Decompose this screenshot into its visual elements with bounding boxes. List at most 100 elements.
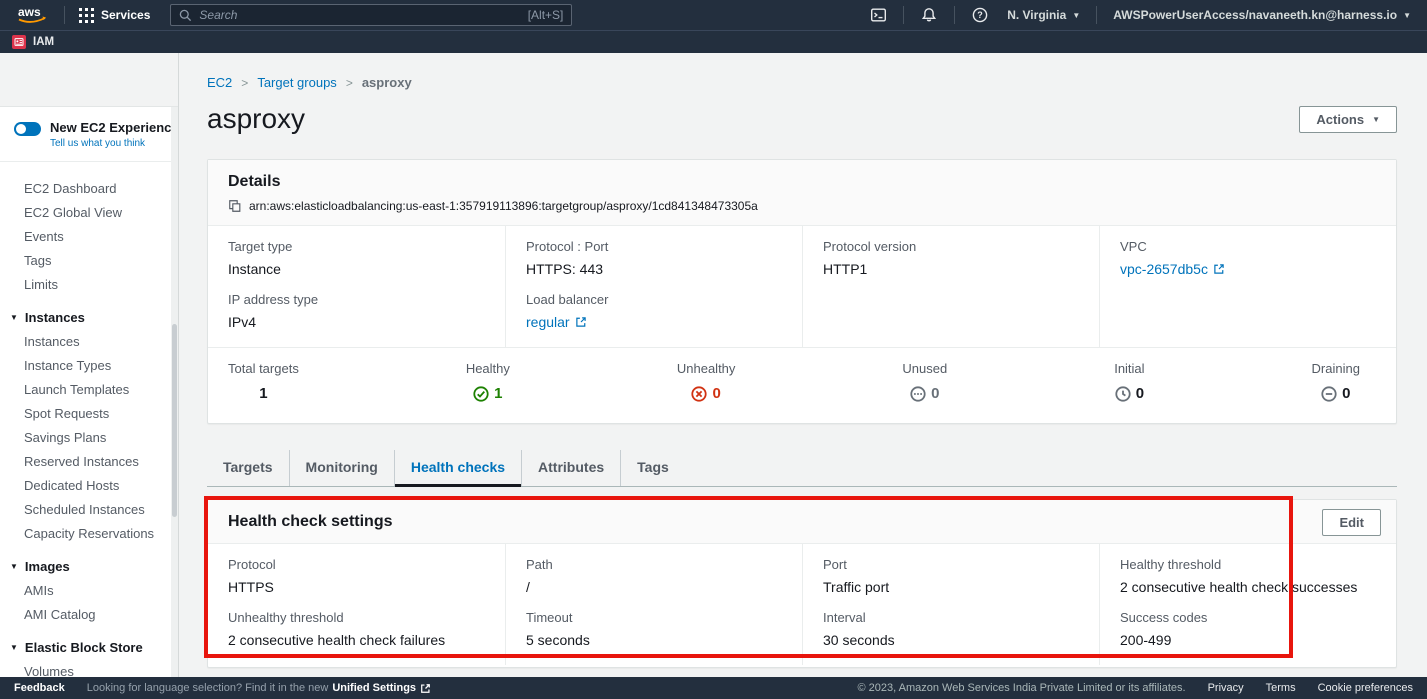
sidebar-item-dedicated-hosts[interactable]: Dedicated Hosts (0, 473, 178, 497)
notifications-button[interactable] (914, 0, 944, 30)
cloudshell-button[interactable] (863, 0, 893, 30)
field-value: 30 seconds (823, 632, 1079, 648)
field-path: Path / (506, 557, 802, 595)
language-hint-text: Looking for language selection? Find it … (87, 682, 329, 694)
target-health-summary: Total targets 1 Healthy 1 Unhealthy (208, 347, 1396, 423)
minus-circle-icon (1321, 386, 1337, 402)
sidebar-item-savings-plans[interactable]: Savings Plans (0, 425, 178, 449)
field-value: IPv4 (228, 314, 485, 330)
field-healthy-threshold: Healthy threshold 2 consecutive health c… (1100, 557, 1396, 595)
tab-attributes[interactable]: Attributes (522, 450, 621, 486)
nav-divider (954, 6, 955, 24)
external-link-icon (420, 683, 431, 694)
nav-divider (903, 6, 904, 24)
sidebar-item-limits[interactable]: Limits (0, 272, 178, 296)
aws-logo[interactable]: aws (10, 4, 54, 26)
actions-button[interactable]: Actions ▼ (1299, 106, 1397, 133)
health-check-header: Health check settings Edit (208, 500, 1396, 544)
global-search[interactable]: [Alt+S] (170, 4, 572, 26)
sidebar-nav: EC2 Dashboard EC2 Global View Events Tag… (0, 162, 178, 677)
terms-link[interactable]: Terms (1266, 682, 1296, 694)
field-label: VPC (1120, 239, 1376, 254)
copyright-text: © 2023, Amazon Web Services India Privat… (858, 682, 1186, 694)
tab-bar: Targets Monitoring Health checks Attribu… (207, 450, 1397, 487)
tab-tags[interactable]: Tags (621, 450, 685, 486)
aws-logo-icon: aws (16, 4, 48, 26)
sidebar-section-images[interactable]: ▼ Images (0, 554, 178, 578)
aws-console: aws Services [Alt+S] (0, 0, 1427, 699)
health-check-settings-card: Health check settings Edit Protocol HTTP… (207, 499, 1397, 668)
section-header-label: Images (25, 559, 70, 574)
check-circle-icon (473, 386, 489, 402)
language-hint: Looking for language selection? Find it … (87, 682, 431, 694)
field-label: Load balancer (526, 292, 782, 307)
breadcrumb-target-groups[interactable]: Target groups (257, 75, 337, 90)
load-balancer-link[interactable]: regular (526, 314, 587, 330)
search-input[interactable] (199, 8, 520, 22)
sidebar-item-spot-requests[interactable]: Spot Requests (0, 401, 178, 425)
tab-health-checks[interactable]: Health checks (395, 450, 522, 486)
sidebar-item-launch-templates[interactable]: Launch Templates (0, 377, 178, 401)
stat-value: 0 (1136, 385, 1144, 402)
sidebar-item-amis[interactable]: AMIs (0, 578, 178, 602)
stat-label: Unused (902, 361, 947, 376)
breadcrumb-current: asproxy (362, 75, 412, 90)
console-footer: Feedback Looking for language selection?… (0, 677, 1427, 699)
unified-settings-link[interactable]: Unified Settings (332, 682, 431, 694)
breadcrumb-ec2[interactable]: EC2 (207, 75, 232, 90)
account-menu[interactable]: AWSPowerUserAccess/navaneeth.kn@harness.… (1107, 8, 1417, 22)
privacy-link[interactable]: Privacy (1208, 682, 1244, 694)
caret-down-icon: ▼ (1403, 11, 1411, 20)
sidebar-item-reserved-instances[interactable]: Reserved Instances (0, 449, 178, 473)
tell-us-link[interactable]: Tell us what you think (50, 138, 179, 149)
toggle-knob (16, 124, 26, 134)
vpc-link[interactable]: vpc-2657db5c (1120, 261, 1225, 277)
caret-down-icon: ▼ (1072, 11, 1080, 20)
new-experience-toggle[interactable] (14, 122, 41, 136)
feedback-button[interactable]: Feedback (14, 682, 65, 694)
chevron-right-icon: > (241, 76, 248, 90)
sidebar-scrollbar[interactable] (171, 107, 178, 677)
services-menu[interactable]: Services (75, 8, 154, 23)
tab-monitoring[interactable]: Monitoring (290, 450, 395, 486)
top-navbar: aws Services [Alt+S] (0, 0, 1427, 30)
field-interval: Interval 30 seconds (803, 610, 1099, 648)
sidebar-item-instances[interactable]: Instances (0, 329, 178, 353)
field-label: Path (526, 557, 782, 572)
sidebar-item-ec2-global-view[interactable]: EC2 Global View (0, 200, 178, 224)
field-value: 2 consecutive health check successes (1120, 579, 1376, 595)
section-header-label: Elastic Block Store (25, 640, 143, 655)
copy-icon[interactable] (228, 199, 242, 213)
edit-button[interactable]: Edit (1322, 509, 1381, 536)
tab-targets[interactable]: Targets (207, 450, 290, 486)
details-title: Details (228, 173, 1376, 191)
stat-label: Initial (1114, 361, 1144, 376)
stat-label: Healthy (466, 361, 510, 376)
sidebar-item-scheduled-instances[interactable]: Scheduled Instances (0, 497, 178, 521)
favorites-item-iam[interactable]: IAM (33, 36, 54, 48)
sidebar-item-volumes[interactable]: Volumes (0, 659, 178, 677)
stat-value: 0 (1342, 385, 1350, 402)
nav-divider (1096, 6, 1097, 24)
cookie-preferences-link[interactable]: Cookie preferences (1318, 682, 1413, 694)
search-shortcut: [Alt+S] (528, 8, 564, 22)
field-value: HTTP1 (823, 261, 1079, 277)
sidebar-item-ami-catalog[interactable]: AMI Catalog (0, 602, 178, 626)
field-hc-protocol: Protocol HTTPS (208, 557, 505, 595)
sidebar-item-capacity-reservations[interactable]: Capacity Reservations (0, 521, 178, 545)
field-value: / (526, 579, 782, 595)
new-experience-label: New EC2 Experience (50, 120, 179, 135)
edit-label: Edit (1339, 515, 1364, 530)
sidebar-item-tags[interactable]: Tags (0, 248, 178, 272)
scrollbar-thumb[interactable] (172, 324, 177, 518)
field-value: Traffic port (823, 579, 1079, 595)
stat-label: Total targets (228, 361, 299, 376)
sidebar-item-instance-types[interactable]: Instance Types (0, 353, 178, 377)
target-group-arn: arn:aws:elasticloadbalancing:us-east-1:3… (249, 199, 758, 213)
help-button[interactable]: ? (965, 0, 995, 30)
region-selector[interactable]: N. Virginia ▼ (1001, 8, 1086, 22)
sidebar-section-elastic-block-store[interactable]: ▼ Elastic Block Store (0, 635, 178, 659)
sidebar-section-instances[interactable]: ▼ Instances (0, 305, 178, 329)
sidebar-item-events[interactable]: Events (0, 224, 178, 248)
sidebar-item-ec2-dashboard[interactable]: EC2 Dashboard (0, 176, 178, 200)
